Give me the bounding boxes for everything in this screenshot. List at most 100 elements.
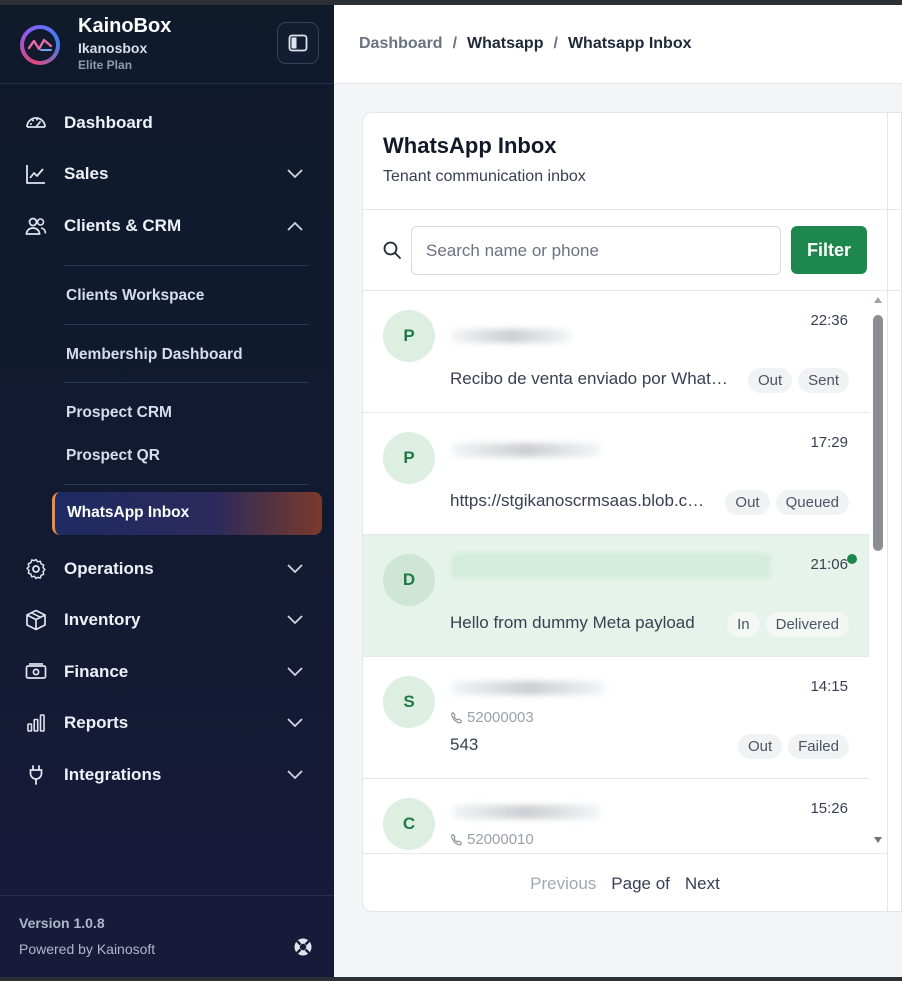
- avatar: S: [383, 676, 435, 728]
- phone-icon: [450, 833, 463, 846]
- contact-phone: 52000010: [450, 831, 534, 848]
- divider: [64, 265, 309, 266]
- nav-integrations-label: Integrations: [64, 765, 162, 784]
- pagination: Previous Page of Next: [363, 853, 887, 911]
- nav-integrations[interactable]: Integrations: [0, 755, 334, 795]
- filter-button[interactable]: Filter: [791, 226, 867, 274]
- app-window: KainoBox Ikanosbox Elite Plan Dashboard …: [0, 0, 902, 981]
- chevron-down-icon: [287, 615, 303, 625]
- scrollbar[interactable]: [869, 291, 887, 853]
- avatar: C: [383, 798, 435, 850]
- nav-clients-label: Clients & CRM: [64, 216, 182, 235]
- powered-by-label: Powered by Kainosoft: [19, 941, 156, 957]
- direction-badge: Out: [737, 734, 783, 759]
- search-bar: Filter: [363, 210, 901, 291]
- subnav-prospect-crm[interactable]: Prospect CRM: [66, 404, 172, 422]
- nav-operations[interactable]: Operations: [0, 549, 334, 589]
- chevron-down-icon: [287, 667, 303, 677]
- chevron-down-icon: [287, 564, 303, 574]
- sidebar: KainoBox Ikanosbox Elite Plan Dashboard …: [0, 5, 334, 977]
- conversation-row[interactable]: S 14:15 52000003 543 Out Failed: [363, 657, 869, 779]
- breadcrumb: Dashboard / Whatsapp / Whatsapp Inbox: [359, 35, 692, 52]
- redacted-contact: [451, 329, 571, 343]
- conversation-row[interactable]: C 15:26 52000010: [363, 779, 869, 853]
- phone-number: 52000010: [467, 831, 534, 848]
- message-time: 17:29: [810, 434, 848, 451]
- main-content: Dashboard / Whatsapp / Whatsapp Inbox WhatsA…: [334, 5, 902, 977]
- message-time: 21:06: [810, 556, 848, 573]
- status-badge: Delivered: [765, 612, 849, 637]
- nav-finance-label: Finance: [64, 662, 129, 681]
- nav-inventory-label: Inventory: [64, 610, 141, 629]
- lifebuoy-icon[interactable]: [293, 937, 313, 957]
- nav-sales[interactable]: Sales: [0, 154, 334, 194]
- previous-button[interactable]: Previous: [530, 874, 596, 894]
- avatar: D: [383, 554, 435, 606]
- plan-label: Elite Plan: [78, 58, 133, 72]
- message-time: 22:36: [810, 312, 848, 329]
- avatar: P: [383, 310, 435, 362]
- subnav-membership-dashboard[interactable]: Membership Dashboard: [66, 346, 243, 364]
- nav-reports[interactable]: Reports: [0, 703, 334, 743]
- divider: [64, 484, 309, 485]
- message-time: 15:26: [810, 800, 848, 817]
- phone-icon: [450, 711, 463, 724]
- message-preview: 543: [450, 735, 479, 754]
- box-icon: [26, 609, 46, 631]
- nav-clients-crm[interactable]: Clients & CRM: [0, 206, 334, 246]
- bar-chart-icon: [27, 714, 45, 732]
- subnav-whatsapp-inbox[interactable]: WhatsApp Inbox: [52, 492, 322, 535]
- plug-icon: [29, 765, 43, 785]
- nav-dashboard[interactable]: Dashboard: [0, 103, 334, 143]
- status-badge: Sent: [798, 368, 849, 393]
- subnav-prospect-qr[interactable]: Prospect QR: [66, 447, 160, 465]
- gear-icon: [26, 558, 46, 580]
- message-time: 14:15: [810, 678, 848, 695]
- conversation-row[interactable]: P 22:36 Recibo de venta enviado por What…: [363, 291, 869, 413]
- chevron-down-icon: [287, 169, 303, 179]
- search-icon: [383, 241, 401, 259]
- breadcrumb-whatsapp[interactable]: Whatsapp: [467, 35, 543, 52]
- scroll-up-arrow[interactable]: [874, 297, 882, 303]
- sidebar-toggle-button[interactable]: [277, 22, 319, 64]
- nav-operations-label: Operations: [64, 559, 154, 578]
- direction-badge: Out: [747, 368, 793, 393]
- page-title: WhatsApp Inbox: [383, 133, 557, 158]
- banknote-icon: [25, 663, 47, 679]
- redacted-contact: [451, 681, 606, 695]
- scroll-down-arrow[interactable]: [874, 837, 882, 843]
- nav-reports-label: Reports: [64, 713, 129, 732]
- brand-header: KainoBox Ikanosbox Elite Plan: [0, 5, 334, 84]
- top-bar: Dashboard / Whatsapp / Whatsapp Inbox: [334, 5, 902, 84]
- nav-sales-label: Sales: [64, 164, 109, 183]
- nav-inventory[interactable]: Inventory: [0, 600, 334, 640]
- conversation-row[interactable]: D 21:06 Hello from dummy Meta payload In…: [363, 535, 869, 657]
- sidebar-footer: Version 1.0.8 Powered by Kainosoft: [0, 895, 334, 977]
- nav-finance[interactable]: Finance: [0, 652, 334, 692]
- chevron-down-icon: [287, 770, 303, 780]
- scroll-thumb[interactable]: [873, 315, 883, 551]
- subnav-whatsapp-inbox-label: WhatsApp Inbox: [67, 504, 190, 521]
- next-button[interactable]: Next: [685, 874, 720, 894]
- message-preview: Recibo de venta enviado por WhatsApp: [450, 369, 735, 388]
- status-badge: Queued: [775, 490, 849, 515]
- nav-dashboard-label: Dashboard: [64, 113, 153, 132]
- users-icon: [25, 217, 47, 235]
- version-label: Version 1.0.8: [19, 915, 105, 931]
- redacted-contact: [451, 553, 771, 579]
- conversation-row[interactable]: P 17:29 https://stgikanoscrmsaas.blob.co…: [363, 413, 869, 535]
- line-chart-icon: [26, 165, 45, 184]
- unread-indicator: [847, 554, 857, 564]
- status-badge: Failed: [788, 734, 849, 759]
- phone-number: 52000003: [467, 709, 534, 726]
- direction-badge: In: [727, 612, 760, 637]
- kainobox-logo-icon: [20, 25, 60, 65]
- breadcrumb-dashboard[interactable]: Dashboard: [359, 35, 443, 52]
- subnav-clients-workspace[interactable]: Clients Workspace: [66, 287, 204, 305]
- page-indicator: Page of: [611, 873, 670, 893]
- search-input[interactable]: [411, 226, 781, 275]
- chevron-down-icon: [287, 718, 303, 728]
- chevron-up-icon: [287, 221, 303, 231]
- inbox-card: WhatsApp Inbox Tenant communication inbo…: [362, 112, 902, 912]
- conversation-list: P 22:36 Recibo de venta enviado por What…: [363, 291, 869, 853]
